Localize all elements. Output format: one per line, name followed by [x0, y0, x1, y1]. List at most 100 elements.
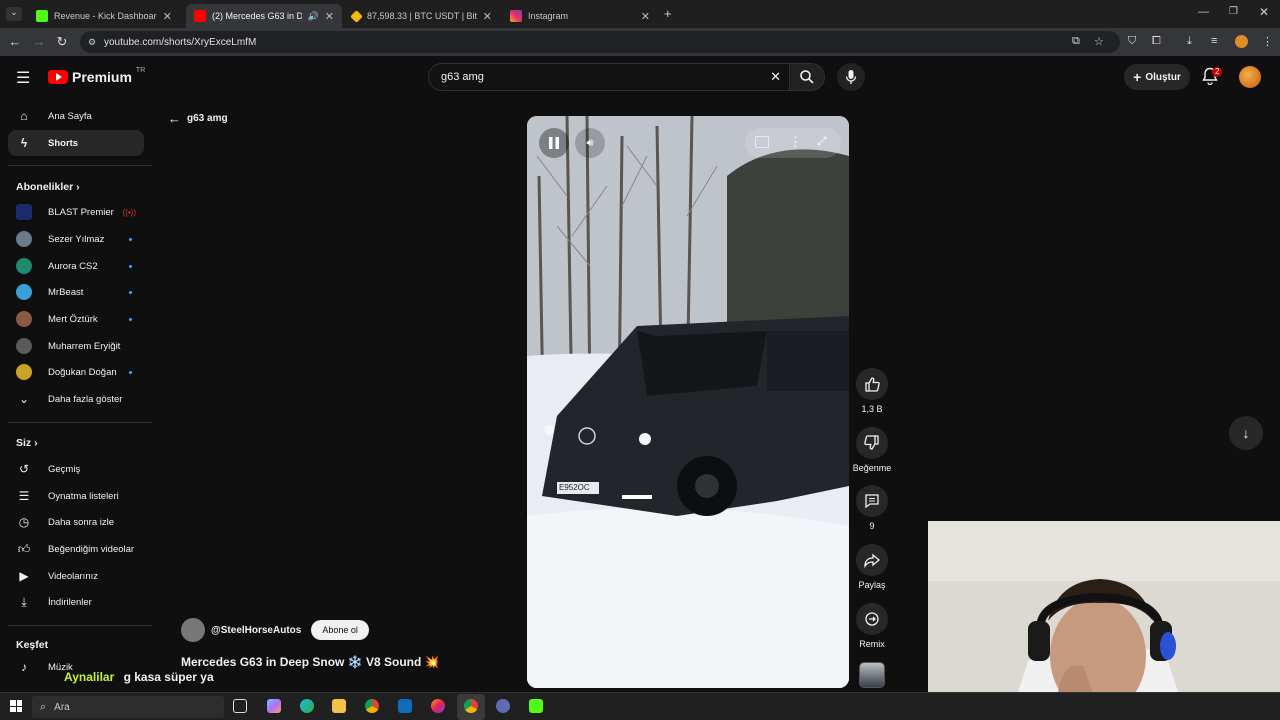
pause-button[interactable] [539, 128, 569, 158]
sidebar-item-playlists[interactable]: ☰ Oynatma listeleri [8, 483, 144, 509]
chrome-icon[interactable] [365, 699, 379, 713]
file-explorer-icon[interactable] [332, 699, 346, 713]
comment-button[interactable] [856, 485, 888, 517]
remix-icon [865, 612, 879, 626]
more-options-icon[interactable]: ⋮ [789, 134, 802, 150]
new-tab-icon[interactable]: + [664, 6, 672, 21]
sidebar-item-liked[interactable]: 👍︎ Beğendiğim videolar [8, 536, 144, 562]
profile-avatar[interactable] [1235, 35, 1248, 48]
minimize-icon[interactable]: — [1198, 6, 1209, 18]
windows-start-icon[interactable] [10, 700, 22, 712]
menu-kebab-icon[interactable]: ⋮ [1262, 35, 1273, 48]
share-button[interactable] [856, 544, 888, 576]
remix-button[interactable] [856, 603, 888, 635]
chrome-profile-icon[interactable] [464, 699, 478, 713]
channel-avatar[interactable] [181, 618, 205, 642]
channel-avatar [16, 258, 32, 274]
install-icon[interactable]: ⧉ [1072, 35, 1080, 48]
youtube-premium-logo[interactable]: Premium TR [48, 67, 145, 85]
create-button[interactable]: + Oluştur [1124, 64, 1190, 90]
shorts-video-player[interactable]: Е952ОС 🔊︎ ⋮ ⤢ [527, 116, 849, 688]
sidebar-item-downloads[interactable]: ⤓ İndirilenler [8, 589, 144, 615]
video-icon: ▶ [19, 569, 29, 583]
hamburger-menu-icon[interactable]: ☰ [16, 68, 30, 88]
reload-icon[interactable]: ↻ [54, 34, 70, 50]
kick-app-icon[interactable] [529, 699, 543, 713]
outlook-icon[interactable] [398, 699, 412, 713]
like-button[interactable] [856, 368, 888, 400]
restore-icon[interactable]: ❐ [1229, 6, 1238, 17]
site-info-icon[interactable]: ⚙ [88, 37, 96, 48]
next-video-button[interactable]: ↓ [1229, 416, 1263, 450]
sidebar-item-your-videos[interactable]: ▶ Videolarınız [8, 563, 144, 589]
sidebar-show-more[interactable]: ⌄ Daha fazla göster [8, 386, 144, 412]
clock-icon: ◷ [18, 515, 30, 529]
firefox-icon[interactable] [431, 699, 445, 713]
clear-search-icon[interactable]: ✕ [770, 69, 781, 85]
like-icon [865, 377, 880, 392]
browser-tab-bar: ⌄ Revenue - Kick Dashboard ✕ (2) Mercede… [0, 0, 1280, 28]
fullscreen-icon[interactable]: ⤢ [817, 134, 827, 149]
search-input[interactable]: g63 amg ✕ [428, 63, 790, 91]
back-arrow-icon[interactable]: ← [7, 34, 23, 49]
taskbar-search[interactable]: ⌕ Ara [32, 696, 224, 718]
subscriptions-header[interactable]: Abonelikler › [16, 181, 80, 193]
share-action[interactable]: Paylaş [852, 544, 892, 590]
task-view-icon[interactable] [233, 699, 247, 713]
dislike-action[interactable]: Beğenme [852, 427, 892, 473]
sidebar-item-shorts[interactable]: ϟ Shorts [8, 130, 144, 156]
sidebar-sub-aurora[interactable]: Aurora CS2 [8, 253, 144, 279]
sidebar-sub-blast[interactable]: BLAST Premier ((•)) [8, 199, 144, 225]
like-icon: 👍︎ [17, 541, 31, 556]
subscribe-button[interactable]: Abone ol [311, 620, 369, 640]
close-icon[interactable]: ✕ [483, 10, 492, 23]
captions-icon[interactable] [755, 136, 769, 148]
close-icon[interactable]: ✕ [325, 10, 334, 23]
browser-tab-active[interactable]: (2) Mercedes G63 in Deep Snow 🔊 ✕ [186, 4, 342, 28]
tab-search-icon[interactable]: ⌄ [6, 7, 22, 21]
sidebar-sub-muharrem[interactable]: Muharrem Eryiğit [8, 333, 144, 359]
copilot-icon[interactable] [267, 699, 281, 713]
back-to-search-button[interactable]: ← g63 amg [168, 111, 228, 126]
download-icon: ⤓ [21, 594, 27, 609]
close-window-icon[interactable]: ✕ [1259, 5, 1269, 19]
sound-thumbnail[interactable] [859, 662, 885, 688]
url-field[interactable]: ⚙ youtube.com/shorts/XryExceLmfM [80, 31, 1120, 53]
close-icon[interactable]: ✕ [163, 10, 172, 23]
you-header[interactable]: Siz › [16, 437, 38, 449]
like-action[interactable]: 1,3 B [852, 368, 892, 414]
app-icon[interactable] [496, 699, 510, 713]
channel-name[interactable]: @SteelHorseAutos [211, 625, 301, 636]
sidebar-sub-sezer[interactable]: Sezer Yılmaz [8, 226, 144, 252]
sidebar-sub-mrbeast[interactable]: MrBeast [8, 279, 144, 305]
dislike-button[interactable] [856, 427, 888, 459]
browser-tab[interactable]: Instagram ✕ [502, 4, 658, 28]
remix-action[interactable]: Remix [852, 603, 892, 649]
close-icon[interactable]: ✕ [641, 10, 650, 23]
sidebar-sub-dogukan[interactable]: Doğukan Doğan [8, 359, 144, 385]
forward-arrow-icon[interactable]: → [31, 34, 47, 49]
comment-action[interactable]: 9 [852, 485, 892, 531]
sidebar-sub-mert[interactable]: Mert Öztürk [8, 306, 144, 332]
volume-button[interactable]: 🔊︎ [575, 128, 605, 158]
video-title[interactable]: Mercedes G63 in Deep Snow ❄️ V8 Sound 💥 [181, 655, 440, 669]
shorts-icon: ϟ [20, 136, 28, 150]
microphone-icon [845, 70, 857, 84]
shield-icon[interactable]: ⛉ [1128, 35, 1136, 48]
edge-icon[interactable] [300, 699, 314, 713]
browser-tab[interactable]: Revenue - Kick Dashboard ✕ [28, 4, 180, 28]
chevron-down-icon: ⌄ [18, 392, 30, 406]
account-avatar[interactable] [1239, 66, 1261, 88]
bookmark-star-icon[interactable]: ☆ [1094, 35, 1104, 48]
sidebar-item-history[interactable]: ↺ Geçmiş [8, 456, 144, 482]
media-control-icon[interactable]: ≡ [1211, 35, 1217, 47]
download-icon[interactable]: ⤓ [1187, 35, 1192, 48]
sidebar-item-watch-later[interactable]: ◷ Daha sonra izle [8, 509, 144, 535]
back-arrow-icon: ← [168, 111, 181, 126]
sidebar-item-home[interactable]: ⌂ Ana Sayfa [8, 103, 144, 129]
search-button[interactable] [789, 63, 825, 91]
extensions-icon[interactable]: ⧠ [1152, 35, 1161, 48]
browser-tab[interactable]: 87,598.33 | BTC USDT | Bitcoin ✕ [344, 4, 500, 28]
speaker-icon[interactable]: 🔊 [308, 11, 319, 22]
voice-search-button[interactable] [837, 63, 865, 91]
